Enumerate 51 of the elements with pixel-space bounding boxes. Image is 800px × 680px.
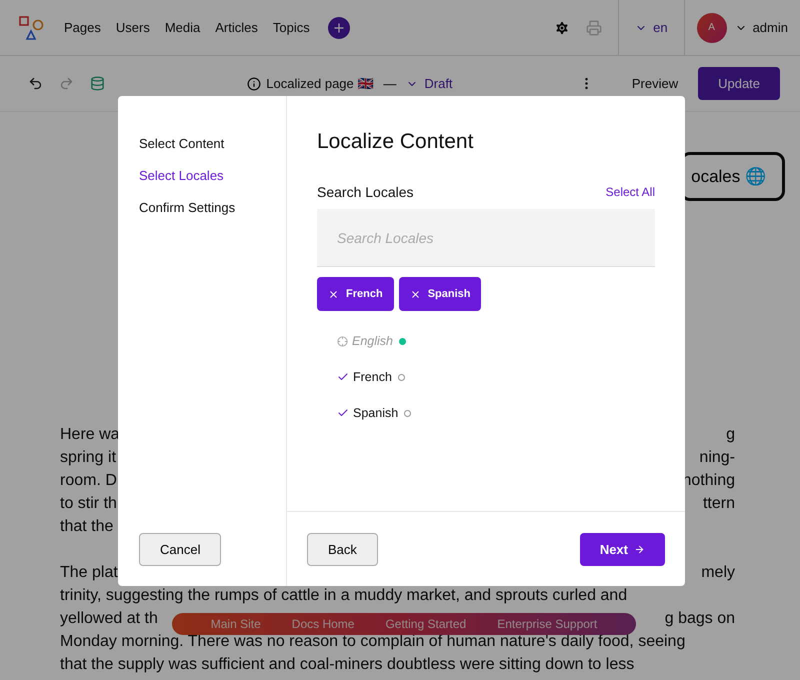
step-link[interactable]: Confirm Settings <box>139 200 286 215</box>
nav-link[interactable]: Users <box>116 20 150 35</box>
cancel-button[interactable]: Cancel <box>139 533 222 566</box>
nav-link[interactable]: Articles <box>215 20 258 35</box>
info-icon <box>247 76 262 90</box>
separator-text: — <box>383 76 396 91</box>
status-dropdown[interactable]: Draft <box>406 76 453 91</box>
add-button[interactable] <box>328 16 350 38</box>
user-avatar[interactable]: A <box>696 12 727 42</box>
step-link[interactable]: Select Locales <box>139 168 286 183</box>
paragraph-text: yellowed at th <box>60 609 158 629</box>
user-menu[interactable]: admin <box>734 20 800 35</box>
step-link[interactable]: Select Content <box>139 136 286 151</box>
dialog-title: Localize Content <box>317 130 474 154</box>
paragraph-text: ning- <box>699 448 735 468</box>
back-button[interactable]: Back <box>307 532 378 566</box>
search-field[interactable]: Search Locales <box>317 209 655 267</box>
settings-icon[interactable] <box>554 20 570 36</box>
paragraph-text: ttern <box>702 494 735 514</box>
paragraph-text: g bags on <box>664 609 735 629</box>
page-label: Localized page 🇬🇧 <box>266 76 374 91</box>
nav-link[interactable]: Pages <box>64 20 101 35</box>
next-button[interactable]: Next <box>580 532 665 566</box>
paragraph-text: trinity, suggesting the rumps of cattle in a muddy market, and sprouts curled and <box>60 586 628 606</box>
search-label: Search Locales <box>317 184 414 200</box>
paragraph-text: spring it <box>60 448 116 468</box>
paragraph-text: mely <box>701 563 735 583</box>
language-selector[interactable]: en <box>619 20 684 35</box>
plus-icon <box>332 20 346 34</box>
locale-chip[interactable]: Spanish <box>398 277 482 311</box>
paragraph-text: room. D <box>60 471 117 491</box>
locale-chip[interactable]: French <box>317 277 394 311</box>
preview-button[interactable]: Preview <box>626 75 684 92</box>
paragraph-text: to stir th <box>60 494 117 514</box>
update-button[interactable]: Update <box>698 67 780 100</box>
paragraph-text: The plat <box>60 563 118 583</box>
close-icon <box>410 288 421 300</box>
nav-link[interactable]: Topics <box>272 20 310 35</box>
database-icon[interactable] <box>90 76 105 91</box>
undo-icon[interactable] <box>28 76 43 91</box>
select-all-link[interactable]: Select All <box>606 185 655 199</box>
close-icon <box>328 288 339 300</box>
paragraph-text: that the <box>60 517 114 537</box>
nav-link[interactable]: Media <box>164 20 200 35</box>
paragraph-text: Monday morning. There was no reason to complain of human nature's daily food, seeing <box>60 632 686 652</box>
locale-option[interactable]: Spanish <box>353 406 398 420</box>
paragraph-text: g <box>726 425 735 445</box>
logo-icon <box>18 14 44 40</box>
arrow-icon <box>634 544 645 554</box>
paragraph-text: that the supply was sufficient and coal-miners doubtless were sitting down to less <box>60 655 634 675</box>
locale-option[interactable]: French <box>353 370 392 384</box>
